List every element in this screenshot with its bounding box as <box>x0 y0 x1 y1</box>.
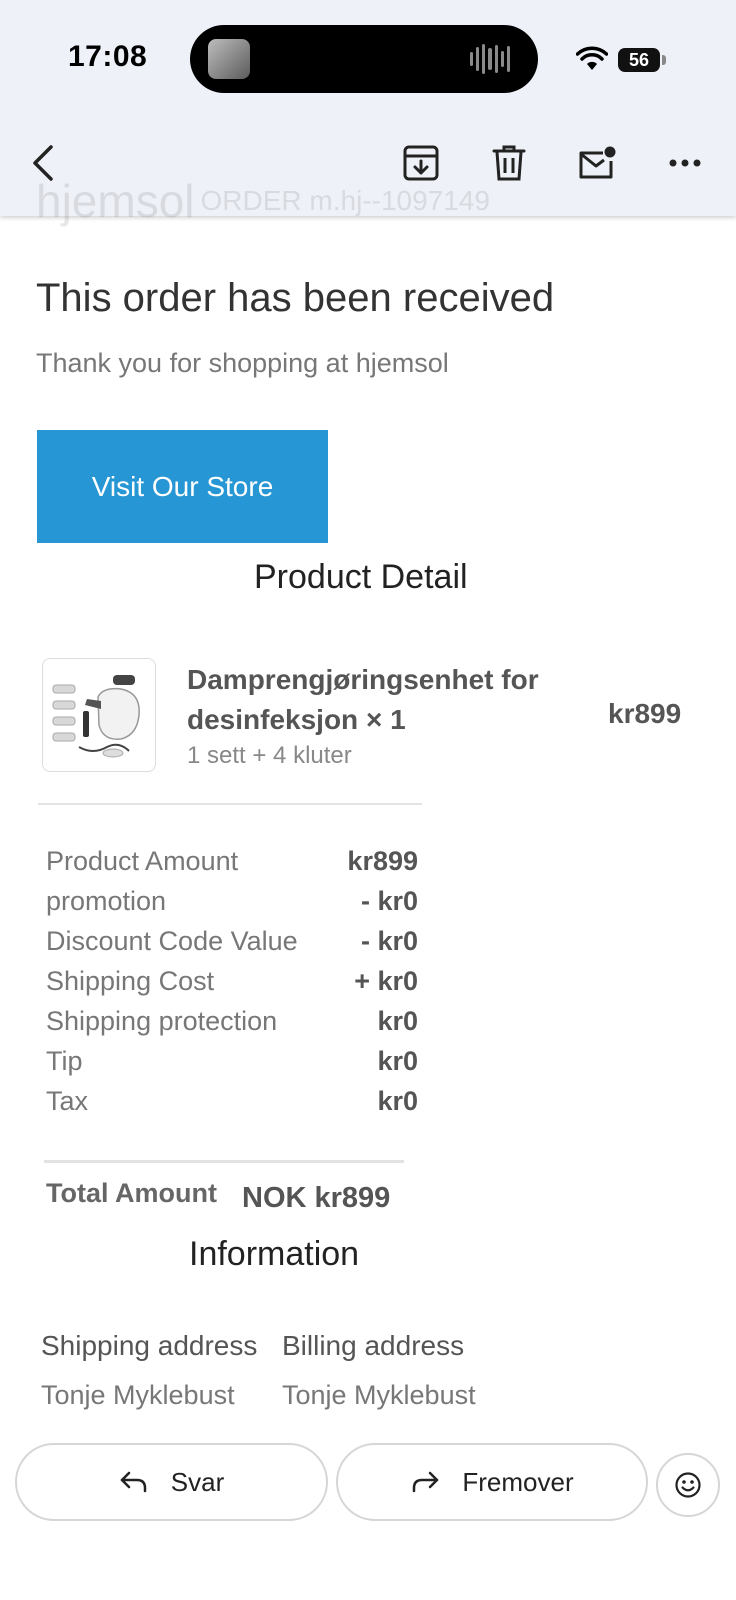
reply-arrow-icon <box>120 1471 147 1493</box>
order-received-heading: This order has been received <box>36 276 555 320</box>
information-title: Information <box>189 1235 360 1273</box>
top-bar: 17:08 56 hjemsol ORDER m.hj--1097149 <box>0 0 736 227</box>
forward-arrow-icon <box>413 1471 439 1493</box>
summary-row-discount-code: Discount Code Value - kr0 <box>46 926 418 966</box>
forward-label: Fremover <box>462 1466 574 1497</box>
product-price: kr899 <box>608 698 682 729</box>
more-options-button[interactable] <box>660 138 710 188</box>
archive-icon <box>403 145 439 181</box>
summary-label: Tax <box>46 1086 89 1116</box>
summary-value: + kr0 <box>354 966 418 996</box>
summary-value: kr899 <box>347 846 418 876</box>
archive-button[interactable] <box>396 138 446 188</box>
summary-label: Tip <box>46 1046 83 1076</box>
steam-cleaner-icon <box>52 675 140 758</box>
battery-indicator: 56 <box>618 48 666 72</box>
emoji-reaction-button[interactable] <box>656 1453 720 1517</box>
summary-value: - kr0 <box>360 886 418 916</box>
thank-you-text: Thank you for shopping at hjemsol <box>36 348 449 378</box>
visit-store-button[interactable]: Visit Our Store <box>37 430 328 543</box>
now-playing-artwork <box>208 39 250 79</box>
total-amount-label: Total Amount <box>46 1178 217 1208</box>
trash-icon <box>492 145 526 181</box>
billing-address-heading: Billing address <box>282 1330 465 1361</box>
audio-waveform-icon <box>470 43 510 75</box>
summary-value: - kr0 <box>360 926 418 956</box>
order-reference: ORDER m.hj--1097149 <box>200 184 490 216</box>
shipping-address-heading: Shipping address <box>41 1330 258 1361</box>
product-detail-title: Product Detail <box>254 558 468 596</box>
summary-label: Shipping Cost <box>46 966 215 996</box>
dynamic-island[interactable] <box>190 25 538 93</box>
shipping-name: Tonje Myklebust <box>41 1380 235 1410</box>
chevron-left-icon <box>33 145 53 181</box>
summary-label: Discount Code Value <box>46 926 298 956</box>
summary-row-tax: Tax kr0 <box>46 1086 418 1126</box>
summary-row-tip: Tip kr0 <box>46 1046 418 1086</box>
summary-label: Shipping protection <box>46 1006 278 1036</box>
summary-value: kr0 <box>377 1086 418 1116</box>
back-button[interactable] <box>18 138 68 188</box>
total-amount-value: NOK kr899 <box>242 1182 391 1214</box>
product-divider <box>38 803 422 805</box>
delete-button[interactable] <box>484 138 534 188</box>
wifi-icon <box>576 46 608 70</box>
status-time: 17:08 <box>68 40 148 73</box>
smiley-icon <box>675 1472 701 1498</box>
more-horizontal-icon <box>669 159 701 167</box>
billing-name: Tonje Myklebust <box>282 1380 476 1410</box>
mail-unread-icon <box>579 146 616 179</box>
product-image[interactable] <box>42 658 156 772</box>
product-name[interactable]: Damprengjøringsenhet for desinfeksjon × … <box>187 660 587 740</box>
summary-row-promotion: promotion - kr0 <box>46 886 418 926</box>
summary-label: promotion <box>46 886 167 916</box>
reply-button[interactable]: Svar <box>15 1443 328 1521</box>
mark-unread-button[interactable] <box>572 138 622 188</box>
summary-row-shipping-protection: Shipping protection kr0 <box>46 1006 418 1046</box>
forward-button[interactable]: Fremover <box>336 1443 648 1521</box>
summary-label: Product Amount <box>46 846 239 876</box>
summary-value: kr0 <box>377 1006 418 1036</box>
summary-value: kr0 <box>377 1046 418 1076</box>
product-variant: 1 sett + 4 kluter <box>187 742 352 769</box>
reply-label: Svar <box>170 1466 225 1497</box>
summary-row-product-amount: Product Amount kr899 <box>46 846 418 886</box>
summary-row-shipping-cost: Shipping Cost + kr0 <box>46 966 418 1006</box>
total-divider <box>44 1160 404 1163</box>
